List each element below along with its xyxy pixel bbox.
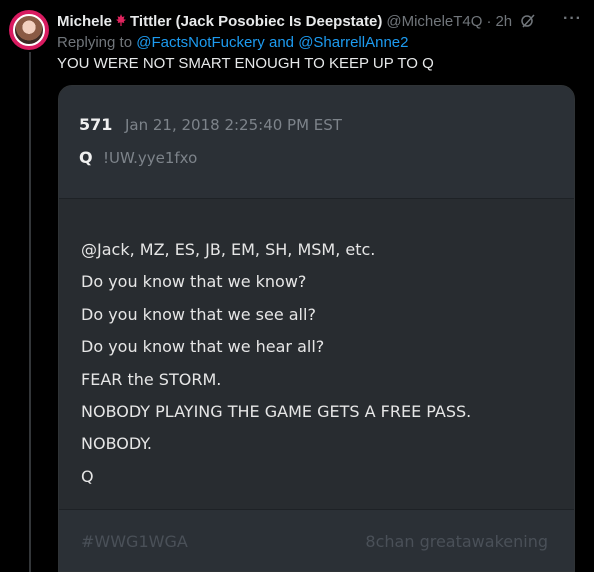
tweet-time[interactable]: 2h (495, 13, 512, 30)
thread-line (29, 52, 31, 572)
post-line: FEAR the STORM. (81, 369, 222, 389)
grok-icon[interactable] (520, 13, 536, 29)
author-name-rest[interactable]: Tittler (Jack Posobiec Is Deepstate) (130, 13, 382, 30)
post-line: @Jack, MZ, ES, JB, EM, SH, MSM, etc. (81, 240, 376, 259)
post-line: NOBODY. (81, 434, 152, 454)
reply-and: and (268, 34, 295, 51)
reply-target-user-2[interactable]: @SharrellAnne2 (298, 34, 408, 51)
post-line: Do you know that we hear all? (81, 337, 325, 357)
avatar[interactable] (9, 10, 49, 50)
replying-to: Replying to @FactsNotFuckery and @Sharre… (57, 34, 408, 51)
author-first-name[interactable]: Michele (57, 13, 112, 30)
reply-target-user-1[interactable]: @FactsNotFuckery (136, 34, 265, 51)
replying-prefix: Replying to (57, 34, 133, 51)
post-number: 571 (79, 115, 113, 134)
separator: · (486, 12, 492, 30)
more-options-icon[interactable]: ··· (563, 10, 582, 28)
post-line: Do you know that we see all? (81, 304, 316, 324)
card-footer: #WWG1WGA 8chan greatawakening (59, 510, 574, 571)
card-body: @Jack, MZ, ES, JB, EM, SH, MSM, etc. Do … (59, 199, 574, 509)
avatar-image (13, 14, 45, 46)
post-line: Q (81, 466, 94, 486)
card-board: 8chan greatawakening (365, 532, 548, 551)
tweet-header: Michele Tittler (Jack Posobiec Is Deepst… (57, 11, 584, 31)
canada-flag-icon (114, 13, 128, 30)
author-handle[interactable]: @MicheleT4Q (386, 13, 482, 30)
post-author: Q (79, 148, 93, 167)
post-date: Jan 21, 2018 2:25:40 PM EST (125, 116, 342, 134)
card-hashtag: #WWG1WGA (81, 532, 188, 551)
tweet-text: YOU WERE NOT SMART ENOUGH TO KEEP UP TO … (57, 55, 434, 72)
post-line: Do you know that we know? (81, 272, 307, 292)
post-tripcode: !UW.yye1fxo (103, 149, 198, 167)
post-line: NOBODY PLAYING THE GAME GETS A FREE PASS… (81, 401, 472, 421)
card-header: 571 Jan 21, 2018 2:25:40 PM EST Q !UW.yy… (59, 86, 574, 198)
attached-image-card[interactable]: 571 Jan 21, 2018 2:25:40 PM EST Q !UW.yy… (58, 85, 575, 572)
